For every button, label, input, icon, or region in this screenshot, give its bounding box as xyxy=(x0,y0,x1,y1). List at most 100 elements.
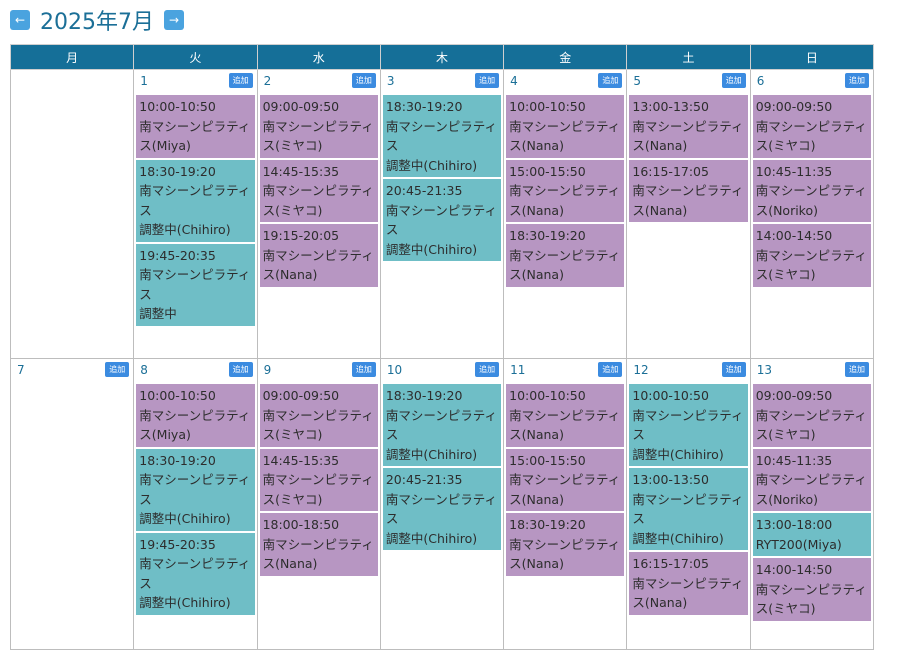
add-event-button[interactable]: 追加 xyxy=(845,73,869,88)
weekday-header: 木 xyxy=(379,44,505,70)
event-item[interactable]: 18:30-19:20 南マシーンピラティス 調整中(Chihiro) xyxy=(382,384,502,466)
day-cell[interactable]: 11 追加 10:00-10:50 南マシーンピラティス(Nana) 15:00-15:… xyxy=(503,358,628,650)
weekday-header: 火 xyxy=(133,44,258,70)
event-item[interactable]: 10:00-10:50 南マシーンピラティス 調整中(Chihiro) xyxy=(629,384,748,466)
day-cell[interactable]: 8 追加 10:00-10:50 南マシーンピラティス(Miya) 18:30-19:2… xyxy=(133,358,258,650)
day-number: 1 xyxy=(140,74,148,88)
add-event-button[interactable]: 追加 xyxy=(105,362,130,377)
day-cell[interactable]: 2 追加 09:00-09:50 南マシーンピラティス(ミヤコ) 14:45-15:35… xyxy=(256,69,381,359)
event-time: 14:45-15:35 xyxy=(262,452,340,468)
event-item[interactable]: 16:15-17:05 南マシーンピラティス(Nana) xyxy=(629,552,748,615)
event-time: 09:00-09:50 xyxy=(755,99,833,114)
day-number: 5 xyxy=(633,74,642,88)
event-item[interactable]: 10:00-10:50 南マシーンピラティス(Nana) xyxy=(506,384,625,447)
add-event-button[interactable]: 追加 xyxy=(351,73,376,88)
event-time: 10:00-10:50 xyxy=(509,99,586,114)
event-title: 南マシーンピラティス(ミヤコ) xyxy=(755,407,867,443)
event-item[interactable]: 10:00-10:50 南マシーンピラティス(Miya) xyxy=(136,95,255,158)
day-cell[interactable]: 3 追加 18:30-19:20 南マシーンピラティス 調整中(Chihiro) 20:4… xyxy=(379,69,505,359)
event-item[interactable]: 18:30-19:20 南マシーンピラティス 調整中(Chihiro) xyxy=(136,448,255,531)
add-event-button[interactable]: 追加 xyxy=(228,362,253,377)
day-cell[interactable]: 1 追加 10:00-10:50 南マシーンピラティス(Miya) 18:30-19:2… xyxy=(133,69,258,359)
event-item[interactable]: 14:45-15:35 南マシーンピラティス(ミヤコ) xyxy=(259,448,378,511)
add-event-button[interactable]: 追加 xyxy=(475,73,500,88)
event-item[interactable]: 13:00-13:50 南マシーンピラティス 調整中(Chihiro) xyxy=(629,468,748,550)
prev-month-button[interactable]: ← xyxy=(10,10,30,30)
event-note: 調整中(Chihiro) xyxy=(385,241,478,257)
event-item[interactable]: 10:00-10:50 南マシーンピラティス(Nana) xyxy=(506,95,625,158)
event-item[interactable]: 19:45-20:35 南マシーンピラティス 調整中(Chihiro) xyxy=(136,532,255,615)
event-item[interactable]: 13:00-18:00 RYT200(Miya) xyxy=(752,513,871,556)
month-title: 2025年7月 xyxy=(40,10,154,35)
day-header: 12 追加 xyxy=(627,359,749,383)
event-item[interactable]: 14:45-15:35 南マシーンピラティス(ミヤコ) xyxy=(259,159,378,222)
event-time: 10:00-10:50 xyxy=(509,388,586,403)
day-cell[interactable]: 13 追加 09:00-09:50 南マシーンピラティス(ミヤコ) 10:45-11:3… xyxy=(749,358,875,650)
event-item[interactable]: 20:45-21:35 南マシーンピラティス 調整中(Chihiro) xyxy=(382,468,502,550)
day-cell[interactable]: 6 追加 09:00-09:50 南マシーンピラティス(ミヤコ) 10:45-11:35… xyxy=(749,69,875,359)
event-item[interactable]: 10:00-10:50 南マシーンピラティス(Miya) xyxy=(136,384,255,447)
day-cell[interactable] xyxy=(9,69,135,359)
day-header: 1 追加 xyxy=(134,70,256,94)
event-time: 13:00-18:00 xyxy=(755,517,833,532)
day-number: 6 xyxy=(756,74,765,88)
day-cell[interactable]: 4 追加 10:00-10:50 南マシーンピラティス(Nana) 15:00-15:5… xyxy=(503,69,628,359)
event-item[interactable]: 18:30-19:20 南マシーンピラティス(Nana) xyxy=(506,224,625,287)
event-item[interactable]: 15:00-15:50 南マシーンピラティス(Nana) xyxy=(506,159,625,222)
next-month-button[interactable]: → xyxy=(164,10,184,30)
day-cell[interactable]: 12 追加 10:00-10:50 南マシーンピラティス 調整中(Chihiro) 13:… xyxy=(626,358,751,650)
event-item[interactable]: 15:00-15:50 南マシーンピラティス(Nana) xyxy=(506,448,625,511)
event-time: 19:45-20:35 xyxy=(139,536,216,552)
event-title: 南マシーンピラティス(Nana) xyxy=(509,118,621,154)
event-item[interactable]: 18:30-19:20 南マシーンピラティス(Nana) xyxy=(506,513,625,576)
event-item[interactable]: 09:00-09:50 南マシーンピラティス(ミヤコ) xyxy=(752,95,871,158)
add-event-button[interactable]: 追加 xyxy=(598,362,623,377)
day-cell[interactable]: 7 追加 xyxy=(9,358,135,650)
event-item[interactable]: 09:00-09:50 南マシーンピラティス(ミヤコ) xyxy=(259,95,378,158)
event-title: 南マシーンピラティス(Nana) xyxy=(262,247,374,283)
event-item[interactable]: 10:45-11:35 南マシーンピラティス(Noriko) xyxy=(752,448,871,511)
event-item[interactable]: 16:15-17:05 南マシーンピラティス(Nana) xyxy=(629,159,748,222)
event-item[interactable]: 19:45-20:35 南マシーンピラティス 調整中 xyxy=(136,243,255,326)
empty-day-header xyxy=(11,70,133,94)
event-time: 09:00-09:50 xyxy=(262,388,340,403)
event-title: 南マシーンピラティス(Nana) xyxy=(509,472,621,507)
event-time: 09:00-09:50 xyxy=(755,388,833,403)
event-item[interactable]: 14:00-14:50 南マシーンピラティス(ミヤコ) xyxy=(752,224,871,287)
day-number: 8 xyxy=(140,363,148,377)
event-item[interactable]: 18:30-19:20 南マシーンピラティス 調整中(Chihiro) xyxy=(136,159,255,242)
add-event-button[interactable]: 追加 xyxy=(721,73,746,88)
add-event-button[interactable]: 追加 xyxy=(475,362,500,377)
event-title: 南マシーンピラティス xyxy=(139,183,251,218)
event-time: 10:00-10:50 xyxy=(632,388,709,403)
day-number: 9 xyxy=(263,363,272,377)
add-event-button[interactable]: 追加 xyxy=(228,73,253,88)
event-item[interactable]: 19:15-20:05 南マシーンピラティス(Nana) xyxy=(259,224,378,287)
add-event-button[interactable]: 追加 xyxy=(598,73,623,88)
add-event-button[interactable]: 追加 xyxy=(721,362,746,377)
event-title: 南マシーンピラティス(Nana) xyxy=(509,407,621,443)
day-cell[interactable]: 9 追加 09:00-09:50 南マシーンピラティス(ミヤコ) 14:45-15:35… xyxy=(256,358,381,650)
day-number: 4 xyxy=(510,74,518,88)
event-item[interactable]: 18:30-19:20 南マシーンピラティス 調整中(Chihiro) xyxy=(382,95,502,177)
day-header: 11 追加 xyxy=(504,359,626,383)
day-cell[interactable]: 10 追加 18:30-19:20 南マシーンピラティス 調整中(Chihiro) 20:… xyxy=(379,358,505,650)
event-title: 南マシーンピラティス(ミヤコ) xyxy=(262,183,374,218)
event-time: 18:30-19:20 xyxy=(385,99,463,114)
event-item[interactable]: 10:45-11:35 南マシーンピラティス(Noriko) xyxy=(752,159,871,222)
event-note: 調整中(Chihiro) xyxy=(632,530,724,546)
day-cell[interactable]: 5 追加 13:00-13:50 南マシーンピラティス(Nana) 16:15-17:0… xyxy=(626,69,751,359)
event-time: 15:00-15:50 xyxy=(509,452,586,468)
add-event-button[interactable]: 追加 xyxy=(845,362,869,377)
event-title: RYT200(Miya) xyxy=(755,536,842,552)
day-number: 12 xyxy=(633,363,649,377)
event-item[interactable]: 09:00-09:50 南マシーンピラティス(ミヤコ) xyxy=(752,384,871,447)
event-item[interactable]: 20:45-21:35 南マシーンピラティス 調整中(Chihiro) xyxy=(382,179,502,261)
event-item[interactable]: 14:00-14:50 南マシーンピラティス(ミヤコ) xyxy=(752,558,871,621)
event-item[interactable]: 18:00-18:50 南マシーンピラティス(Nana) xyxy=(259,513,378,576)
day-number: 2 xyxy=(263,74,272,88)
event-item[interactable]: 13:00-13:50 南マシーンピラティス(Nana) xyxy=(629,95,748,158)
add-event-button[interactable]: 追加 xyxy=(351,362,376,377)
weekday-header: 金 xyxy=(503,44,628,70)
event-item[interactable]: 09:00-09:50 南マシーンピラティス(ミヤコ) xyxy=(259,384,378,447)
